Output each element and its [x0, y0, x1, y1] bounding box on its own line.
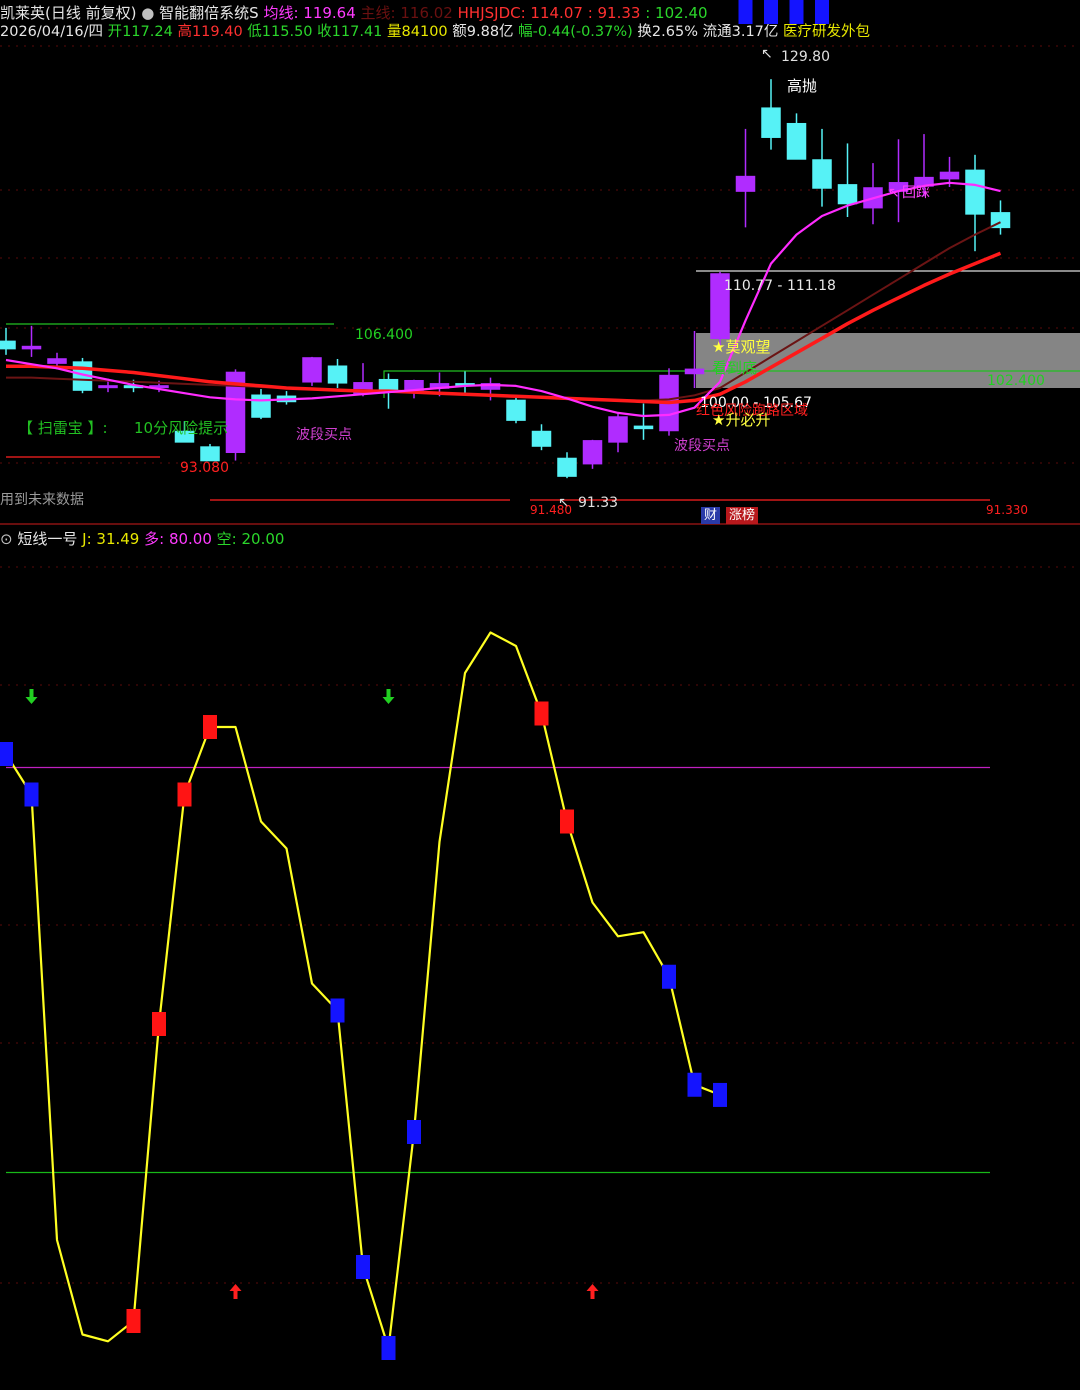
- band-buy-label-2: 波段买点: [674, 438, 730, 454]
- indicator-name[interactable]: 短线一号: [17, 530, 77, 548]
- candle-body: [786, 122, 807, 160]
- signal-blue-box: [687, 1072, 702, 1097]
- high-mark-arrow: ↖: [761, 46, 773, 62]
- future-data-note: 用到未来数据: [0, 492, 84, 508]
- candle-fill: [48, 358, 66, 364]
- bottom-level-label-2: 91.330: [986, 503, 1028, 517]
- candle-body: [200, 446, 220, 462]
- badge-zhangbang[interactable]: 涨榜: [726, 507, 759, 524]
- candle-body: [812, 159, 832, 189]
- signal-red-box: [126, 1309, 141, 1333]
- signal-blue-box: [738, 0, 753, 24]
- indicator-short-value: 空: 20.00: [216, 530, 285, 548]
- signal-blue-box: [815, 0, 829, 24]
- band-buy-label-1: 波段买点: [296, 427, 352, 443]
- candle-fill: [583, 440, 602, 464]
- indicator-title-bar: ⊙ 短线一号 J: 31.49 多: 80.00 空: 20.00: [0, 528, 284, 549]
- signal-blue-box: [24, 782, 39, 807]
- price-text-annotations: 129.80 ↖ 高抛 ↖ 回踩 110.77 - 111.18 106.400…: [0, 46, 1045, 517]
- indicator-long-value: 多: 80.00: [144, 530, 212, 548]
- candle-body: [557, 457, 577, 477]
- signal-blue-box: [662, 964, 676, 989]
- indicator-grid: [0, 566, 1080, 1284]
- signal-blue-box: [381, 1336, 396, 1360]
- candle-fill: [303, 357, 321, 382]
- signal-red-box: [177, 782, 192, 807]
- candle-body: [506, 399, 526, 421]
- bottom-level-label-1: 91.480: [530, 503, 572, 517]
- signal-red-box: [203, 715, 217, 739]
- signal-red-box: [152, 1012, 166, 1036]
- signal-blue-box: [356, 1255, 370, 1279]
- level-102-label: 102.400: [987, 373, 1045, 389]
- low-mark-label: 91.33: [578, 495, 618, 511]
- signal-red-box: [534, 701, 549, 726]
- price-grid: [0, 45, 1080, 464]
- signal-red-box: [560, 809, 574, 834]
- candle-body: [251, 394, 271, 418]
- candle-fill: [685, 369, 704, 374]
- zone-upper-label: 110.77 - 111.18: [724, 278, 836, 294]
- up-arrow-icon: [586, 1284, 599, 1299]
- up-arrow-icon: [229, 1284, 242, 1299]
- left-level-label: 93.080: [180, 460, 229, 476]
- candle-fill: [609, 417, 627, 442]
- candle-body: [327, 365, 348, 384]
- candle-body: [531, 430, 552, 447]
- high-mark-label: 129.80: [781, 49, 830, 65]
- candle-body: [633, 425, 654, 430]
- wait-label: ★莫观望: [712, 338, 770, 356]
- candle-fill: [940, 172, 959, 179]
- signal-blue-box: [407, 1120, 421, 1144]
- candle-body: [378, 378, 399, 391]
- signal-blue-box: [764, 0, 778, 24]
- pullback-arrow: ↖: [888, 185, 900, 201]
- down-arrow-icon: [25, 689, 38, 704]
- down-arrow-icon: [382, 689, 395, 704]
- must-rise-label: ★升必升: [712, 411, 770, 429]
- signal-blue-box: [330, 998, 345, 1023]
- j-line: [5, 631, 721, 1350]
- target-down-label: 看到底: [712, 359, 757, 377]
- sell-high-label: 高抛: [787, 77, 817, 95]
- chart-canvas: 129.80 ↖ 高抛 ↖ 回踩 110.77 - 111.18 106.400…: [0, 0, 1080, 1360]
- candle-fill: [736, 176, 755, 192]
- candle-body: [761, 107, 781, 138]
- signal-blue-box: [789, 0, 804, 24]
- signal-blue-box: [713, 1082, 727, 1107]
- indicator-toggle-icon[interactable]: ⊙: [0, 530, 13, 548]
- scan-tag-label: 【 扫雷宝 】:: [18, 419, 108, 437]
- candle-body: [965, 169, 985, 215]
- badge-cai[interactable]: 财: [701, 507, 721, 524]
- candle-fill: [99, 385, 117, 388]
- candle-body: [837, 184, 858, 205]
- level-106-label: 106.400: [355, 327, 413, 343]
- pullback-label: 回踩: [902, 185, 930, 201]
- candle-fill: [22, 346, 41, 349]
- candle-body: [0, 340, 16, 350]
- scan-tip-label: 10分风险提示: [134, 419, 228, 437]
- indicator-j-value: J: 31.49: [82, 530, 140, 548]
- signal-blue-box: [0, 742, 13, 766]
